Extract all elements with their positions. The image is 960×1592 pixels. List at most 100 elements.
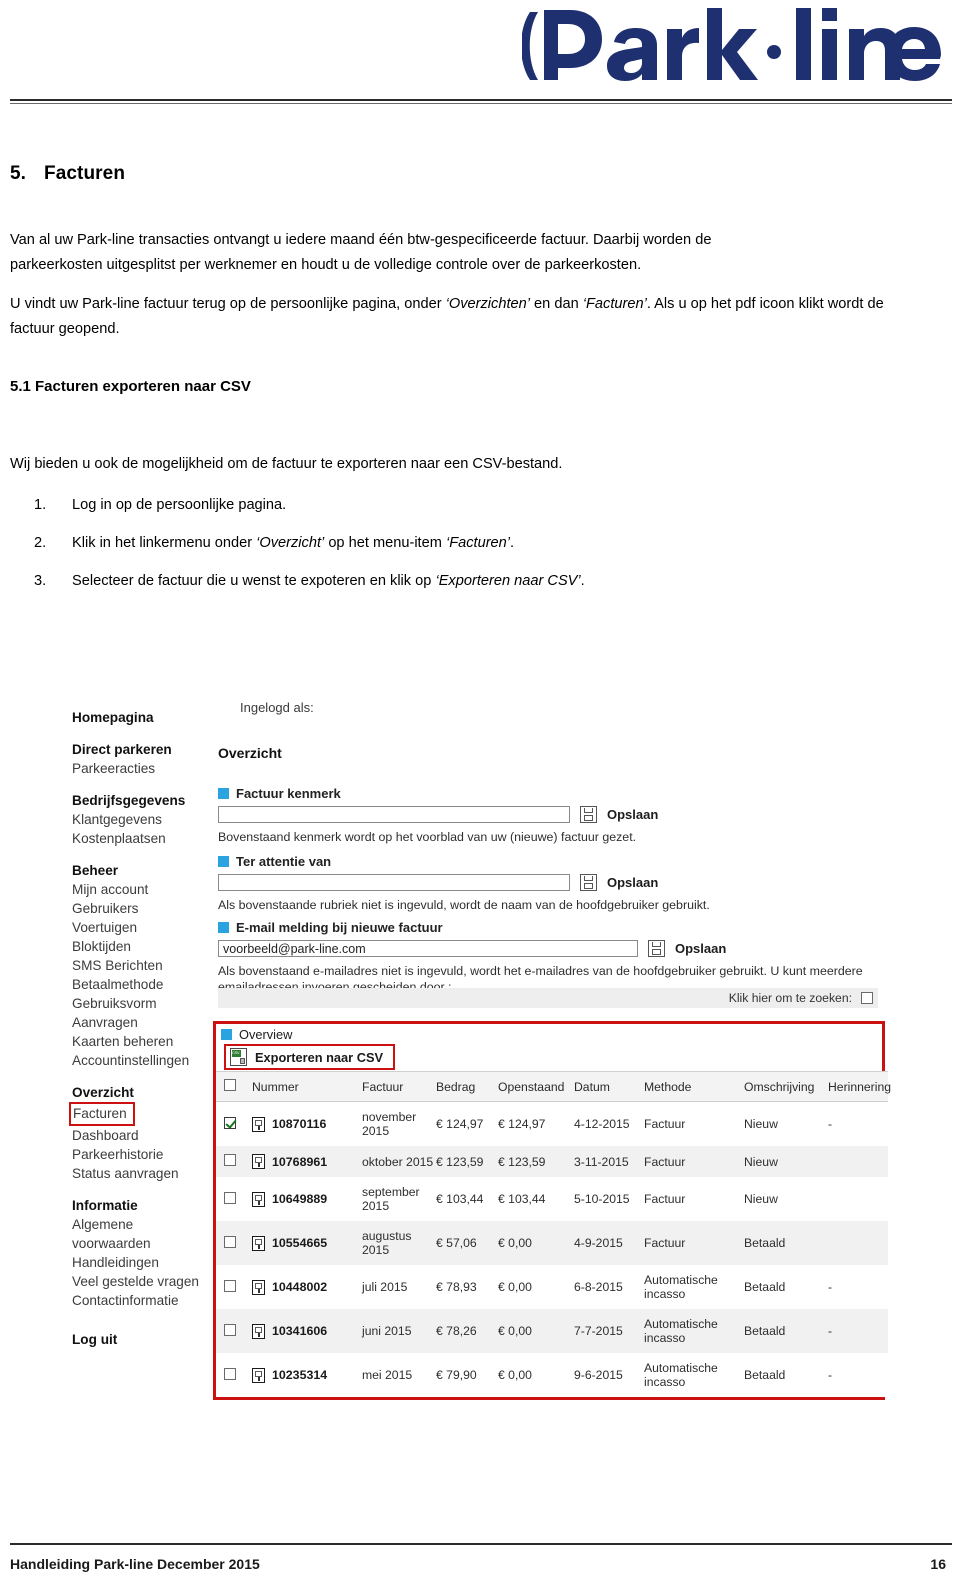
pdf-document-icon[interactable]: [252, 1116, 265, 1132]
cell-omschrijving: Nieuw: [744, 1101, 828, 1146]
save-disk-icon[interactable]: [648, 940, 665, 957]
column-header-datum[interactable]: Datum: [574, 1071, 644, 1102]
cell-openstaand: € 123,59: [498, 1146, 574, 1177]
save-button-ter-attentie-van[interactable]: Opslaan: [607, 875, 658, 890]
row-checkbox[interactable]: [224, 1323, 236, 1336]
row-checkbox-cell: [216, 1353, 252, 1397]
sidebar-item-kaarten-beheren[interactable]: Kaarten beheren: [72, 1032, 222, 1051]
row-checkbox[interactable]: [224, 1279, 236, 1292]
save-disk-icon[interactable]: [580, 806, 597, 823]
column-header-openstaand[interactable]: Openstaand: [498, 1071, 574, 1102]
cell-methode: Factuur: [644, 1192, 686, 1206]
cell-bedrag: € 103,44: [436, 1192, 484, 1206]
cell-factuur: augustus 2015: [362, 1221, 436, 1265]
cell-datum: 3-11-2015: [574, 1146, 644, 1177]
sidebar-item-voertuigen[interactable]: Voertuigen: [72, 918, 222, 937]
pdf-document-icon[interactable]: [252, 1154, 265, 1169]
row-checkbox[interactable]: [224, 1235, 236, 1248]
field-group-factuur-kenmerk: Factuur kenmerk Opslaan Bovenstaand kenm…: [218, 786, 878, 845]
cell-openstaand: € 0,00: [498, 1368, 532, 1382]
table-row[interactable]: 10649889 september 2015 € 103,44 € 103,4…: [216, 1177, 888, 1221]
table-row[interactable]: 10341606 juni 2015 € 78,26 € 0,00 7-7-20…: [216, 1309, 888, 1353]
steps-list: 1. Log in op de persoonlijke pagina. 2. …: [10, 494, 910, 608]
table-row[interactable]: 10448002 juli 2015 € 78,93 € 0,00 6-8-20…: [216, 1265, 888, 1309]
column-header-herinnering[interactable]: Herinnering: [828, 1071, 891, 1102]
sidebar-group-direct-parkeren[interactable]: Direct parkeren: [72, 740, 222, 759]
table-row[interactable]: 10768961 oktober 2015 € 123,59 € 123,59 …: [216, 1146, 888, 1177]
pdf-document-icon[interactable]: [252, 1367, 265, 1383]
sidebar-item-aanvragen[interactable]: Aanvragen: [72, 1013, 222, 1032]
cell-nummer: 10554665: [252, 1221, 362, 1265]
table-row[interactable]: 10235314 mei 2015 € 79,90 € 0,00 9-6-201…: [216, 1353, 888, 1397]
row-checkbox[interactable]: [224, 1367, 236, 1380]
sidebar-item-kostenplaatsen[interactable]: Kostenplaatsen: [72, 829, 222, 848]
column-header-bedrag[interactable]: Bedrag: [436, 1071, 498, 1102]
cell-omschrijving: Betaald: [744, 1280, 786, 1294]
pdf-document-icon[interactable]: [252, 1279, 265, 1295]
section-number: 5.: [10, 163, 27, 184]
field-label-email-melding: E-mail melding bij nieuwe factuur: [218, 920, 888, 935]
table-row[interactable]: 10870116 november 2015 € 124,97 € 124,97…: [216, 1101, 888, 1146]
cell-openstaand: € 103,44: [498, 1192, 546, 1206]
save-button-factuur-kenmerk[interactable]: Opslaan: [607, 807, 658, 822]
sidebar-item-parkeerhistorie[interactable]: Parkeerhistorie: [72, 1145, 222, 1164]
select-all-checkbox[interactable]: [224, 1079, 236, 1091]
sidebar-group-beheer[interactable]: Beheer: [72, 861, 222, 880]
cell-methode: Factuur: [644, 1221, 744, 1265]
sidebar-item-veel-gestelde-vragen[interactable]: Veel gestelde vragen: [72, 1272, 222, 1291]
sidebar-item-dashboard[interactable]: Dashboard: [72, 1126, 222, 1145]
row-checkbox[interactable]: [224, 1191, 236, 1204]
page-header: [0, 0, 960, 104]
embedded-app-screenshot: Homepagina Direct parkeren Parkeeracties…: [60, 688, 891, 1400]
sidebar-group-overzicht[interactable]: Overzicht: [72, 1083, 222, 1102]
sidebar-group-bedrijfsgegevens[interactable]: Bedrijfsgegevens: [72, 791, 222, 810]
sidebar-group-homepagina[interactable]: Homepagina: [72, 708, 222, 727]
sidebar-item-facturen[interactable]: Facturen: [69, 1102, 222, 1126]
save-button-email-melding[interactable]: Opslaan: [675, 941, 726, 956]
park-line-logo: [522, 8, 942, 82]
ter-attentie-van-input[interactable]: [218, 874, 570, 891]
sidebar-item-algemene-voorwaarden-line2[interactable]: voorwaarden: [72, 1234, 222, 1253]
search-toggle-checkbox[interactable]: [861, 992, 873, 1004]
sidebar-item-contactinformatie[interactable]: Contactinformatie: [72, 1291, 222, 1310]
sidebar-item-parkeeracties[interactable]: Parkeeracties: [72, 759, 222, 778]
column-header-nummer[interactable]: Nummer: [252, 1071, 362, 1102]
sidebar-item-gebruiksvorm[interactable]: Gebruiksvorm: [72, 994, 222, 1013]
sidebar-item-mijn-account[interactable]: Mijn account: [72, 880, 222, 899]
column-header-omschrijving[interactable]: Omschrijving: [744, 1071, 828, 1102]
select-all-header: [216, 1071, 252, 1102]
panel-heading-overzicht: Overzicht: [218, 745, 282, 761]
email-melding-input[interactable]: voorbeeld@park-line.com: [218, 940, 638, 957]
save-disk-icon[interactable]: [580, 874, 597, 891]
sidebar-item-gebruikers[interactable]: Gebruikers: [72, 899, 222, 918]
factuur-kenmerk-input[interactable]: [218, 806, 570, 823]
sidebar-item-status-aanvragen[interactable]: Status aanvragen: [72, 1164, 222, 1183]
invoice-number: 10341606: [272, 1324, 328, 1338]
pdf-document-icon[interactable]: [252, 1235, 265, 1251]
logout-link[interactable]: Log uit: [72, 1330, 222, 1349]
sidebar-item-algemene-voorwaarden-line1[interactable]: Algemene: [72, 1215, 222, 1234]
table-row[interactable]: 10554665 augustus 2015 € 57,06 € 0,00 4-…: [216, 1221, 888, 1265]
sidebar-group-informatie[interactable]: Informatie: [72, 1196, 222, 1215]
sidebar-item-bloktijden[interactable]: Bloktijden: [72, 937, 222, 956]
sidebar-item-accountinstellingen[interactable]: Accountinstellingen: [72, 1051, 222, 1070]
pdf-document-icon[interactable]: [252, 1323, 265, 1339]
blue-square-icon: [218, 856, 229, 867]
row-checkbox[interactable]: [224, 1154, 236, 1166]
column-header-methode[interactable]: Methode: [644, 1071, 744, 1102]
pdf-document-icon[interactable]: [252, 1191, 265, 1207]
cell-omschrijving: Betaald: [744, 1309, 828, 1353]
export-csv-button[interactable]: Exporteren naar CSV: [224, 1044, 396, 1070]
sidebar-item-klantgegevens[interactable]: Klantgegevens: [72, 810, 222, 829]
second-paragraph-part-2: en dan: [530, 296, 583, 312]
sidebar-item-betaalmethode[interactable]: Betaalmethode: [72, 975, 222, 994]
row-checkbox-cell: [216, 1177, 252, 1221]
row-checkbox[interactable]: [224, 1116, 236, 1129]
emphasis-exporteren-naar-csv: ‘Exporteren naar CSV’: [435, 573, 581, 589]
sidebar-item-handleidingen[interactable]: Handleidingen: [72, 1253, 222, 1272]
cell-factuur: november 2015: [362, 1101, 436, 1146]
column-header-factuur[interactable]: Factuur: [362, 1071, 436, 1102]
field-label-factuur-kenmerk: Factuur kenmerk: [218, 786, 878, 801]
sidebar-item-sms-berichten[interactable]: SMS Berichten: [72, 956, 222, 975]
intro-line-1: Van al uw Park-line transacties ontvangt…: [10, 232, 712, 248]
